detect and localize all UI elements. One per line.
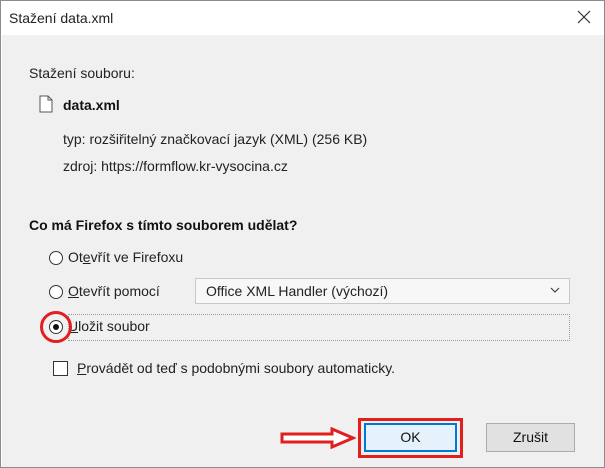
close-button[interactable] [564, 1, 604, 33]
radio-open-in-firefox[interactable]: Otevřít ve Firefoxu [49, 249, 249, 269]
radio-label: Otevřít pomocí [68, 283, 160, 299]
right-arrow-annotation [280, 427, 356, 449]
file-source: zdroj: https://formflow.kr-vysocina.cz [63, 158, 288, 174]
close-icon [577, 10, 591, 24]
radio-save-file[interactable]: Uložit soubor [49, 318, 249, 338]
title-bar: Stažení data.xml [1, 1, 604, 35]
annotation-circle [40, 311, 72, 343]
file-type: typ: rozšiřitelný značkovací jazyk (XML)… [63, 131, 368, 147]
document-icon [39, 95, 53, 113]
file-name: data.xml [63, 97, 120, 113]
ok-button[interactable]: OK [364, 423, 457, 452]
radio-open-with[interactable]: Otevřít pomocí [49, 283, 194, 303]
download-dialog: Stažení data.xml Stažení souboru: data.x… [0, 0, 605, 468]
radio-button[interactable] [49, 251, 63, 265]
handler-select-value: Office XML Handler (výchozí) [206, 283, 389, 299]
cancel-button[interactable]: Zrušit [486, 423, 575, 452]
dialog-body: Stažení souboru: data.xml typ: rozšiřite… [2, 35, 604, 467]
auto-checkbox-label: Provádět od teď s podobnými soubory auto… [77, 360, 396, 376]
radio-label: Otevřít ve Firefoxu [68, 249, 184, 265]
window-title: Stažení data.xml [9, 10, 114, 26]
download-heading: Stažení souboru: [29, 65, 135, 81]
radio-button[interactable] [49, 285, 63, 299]
action-question: Co má Firefox s tímto souborem udělat? [29, 217, 298, 233]
handler-select[interactable]: Office XML Handler (výchozí) [195, 278, 570, 304]
chevron-down-icon [550, 287, 560, 293]
auto-checkbox[interactable] [53, 361, 68, 376]
radio-label: Uložit soubor [68, 318, 150, 334]
